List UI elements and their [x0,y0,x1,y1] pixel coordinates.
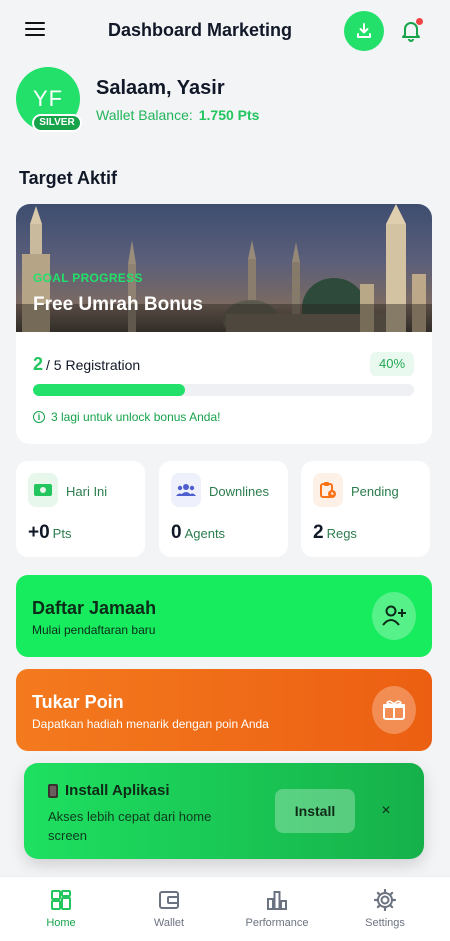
install-title: Install Aplikasi [48,782,169,799]
action-title: Tukar Poin [32,692,124,712]
goal-label: GOAL PROGRESS [33,271,143,285]
stat-number: 0 [171,522,182,543]
stat-card-pending[interactable]: Pending 2 Regs [301,461,430,557]
install-app-banner: Install Aplikasi Akses lebih cepat dari … [24,763,424,859]
wallet-icon [159,891,179,909]
goal-progress-bar [33,384,414,396]
greeting: Salaam, Yasir [96,77,225,99]
app-header: Dashboard Marketing [0,0,450,62]
action-title: Daftar Jamaah [32,598,157,618]
nav-item-wallet[interactable]: Wallet [124,889,214,929]
stat-unit: Pts [52,526,72,541]
notification-dot [416,18,423,25]
section-title: Target Aktif [19,168,118,188]
stat-card-downlines[interactable]: Downlines 0 Agents [159,461,288,557]
goal-current: 2 [33,354,44,374]
notifications-button[interactable] [400,18,424,44]
nav-item-performance[interactable]: Performance [232,889,322,929]
nav-label: Settings [365,917,405,929]
goal-hint-text: 3 lagi untuk unlock bonus Anda! [51,410,221,424]
nav-label: Performance [245,917,309,929]
user-add-icon [372,592,416,640]
money-icon [28,473,58,507]
clipboard-clock-icon [313,473,343,507]
bottom-nav: Home Wallet Performance Settings [0,876,450,941]
page-title: Dashboard Marketing [107,20,293,40]
nav-item-settings[interactable]: Settings [340,889,430,929]
redeem-points-card[interactable]: Tukar Poin Dapatkan hadiah menarik denga… [16,669,432,751]
install-button[interactable]: Install [275,789,355,833]
stat-value: 2 Regs [313,522,357,544]
nav-label: Home [46,917,76,929]
goal-count: 2/ 5 Registration [33,354,140,375]
stat-unit: Agents [184,526,226,541]
goal-hint: i 3 lagi untuk unlock bonus Anda! [33,410,220,424]
stat-number: 2 [313,522,324,543]
home-grid-icon [51,890,71,910]
stat-label: Downlines [209,484,269,499]
close-icon[interactable]: × [378,803,394,819]
stat-number: +0 [28,522,50,543]
wallet-label: Wallet Balance: [96,107,193,123]
stat-value: 0 Agents [171,522,225,544]
stat-unit: Regs [326,526,357,541]
goal-card[interactable]: GOAL PROGRESS Free Umrah Bonus 2/ 5 Regi… [16,204,432,444]
nav-item-home[interactable]: Home [16,889,106,929]
action-subtitle: Mulai pendaftaran baru [32,623,156,637]
register-jamaah-card[interactable]: Daftar Jamaah Mulai pendaftaran baru [16,575,432,657]
download-button[interactable] [344,11,384,51]
info-icon: i [33,411,45,423]
tier-badge: SILVER [32,114,82,132]
install-description: Akses lebih cepat dari home screen [48,809,212,843]
wallet-balance: Wallet Balance: 1.750 Pts [96,107,259,123]
nav-label: Wallet [153,917,185,929]
goal-hero-image: GOAL PROGRESS Free Umrah Bonus [16,204,432,332]
stat-label: Pending [351,484,399,499]
stat-label: Hari Ini [66,484,108,499]
bar-chart-icon [267,891,287,910]
wallet-value: 1.750 Pts [198,107,260,123]
goal-percent-badge: 40% [370,352,414,376]
gift-icon [372,686,416,734]
phone-icon [48,783,58,798]
users-icon [171,473,201,507]
goal-total: / 5 Registration [46,357,141,373]
download-icon [357,23,371,38]
stat-value: +0 Pts [28,522,71,544]
stat-card-today[interactable]: Hari Ini +0 Pts [16,461,145,557]
install-title-text: Install Aplikasi [65,782,170,799]
gear-icon [374,889,396,911]
goal-name: Free Umrah Bonus [33,294,203,315]
goal-progress-fill [33,384,186,396]
action-subtitle: Dapatkan hadiah menarik dengan poin Anda [32,717,269,731]
